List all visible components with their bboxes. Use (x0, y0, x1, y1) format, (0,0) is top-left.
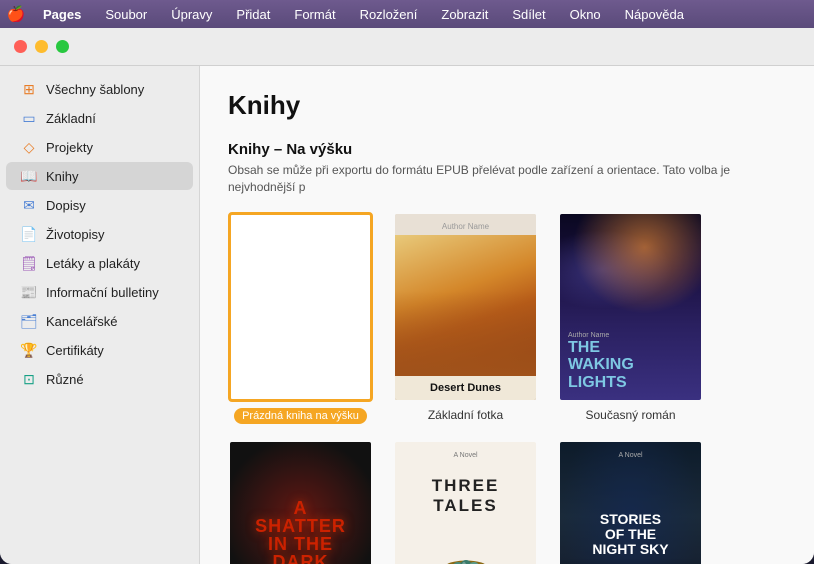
sidebar-label-kancelarske: Kancelářské (46, 314, 118, 329)
minimize-button[interactable] (35, 40, 48, 53)
projects-icon: ◇ (20, 138, 38, 156)
section-title: Knihy – Na výšku (228, 141, 786, 158)
template-label-waking-lights: Současný román (585, 408, 675, 422)
sidebar-label-bulletiny: Informační bulletiny (46, 285, 159, 300)
template-thumb-shatter[interactable]: ASHATTERIN THEDARK (228, 440, 373, 564)
template-thumb-night-sky[interactable]: A Novel STORIESOF THENIGHT SKY AUTHOR NA… (558, 440, 703, 564)
apple-menu[interactable]: 🍎 (8, 6, 24, 22)
sidebar-item-knihy[interactable]: 📖 Knihy (6, 162, 193, 190)
close-button[interactable] (14, 40, 27, 53)
cover-night-sky-title-text: STORIESOF THENIGHT SKY (592, 512, 668, 558)
basic-icon: ▭ (20, 109, 38, 127)
template-thumb-three-tales[interactable]: A Novel THREETALES (393, 440, 538, 564)
menu-napoveda[interactable]: Nápověda (620, 5, 689, 24)
menu-upravy[interactable]: Úpravy (166, 5, 217, 24)
sidebar-label-all-templates: Všechny šablony (46, 82, 144, 97)
fullscreen-button[interactable] (56, 40, 69, 53)
certificate-icon: 🏆 (20, 341, 38, 359)
cover-waking-author: Author Name (568, 332, 693, 339)
cover-desert-title-text: Desert Dunes (395, 376, 536, 400)
template-label-desert-dunes: Základní fotka (428, 408, 503, 422)
sidebar-label-dopisy: Dopisy (46, 198, 86, 213)
sidebar-item-zakladni[interactable]: ▭ Základní (6, 104, 193, 132)
titlebar (0, 28, 814, 66)
template-item-night-sky[interactable]: A Novel STORIESOF THENIGHT SKY AUTHOR NA… (558, 440, 703, 564)
page-title: Knihy (228, 90, 786, 121)
template-item-waking-lights[interactable]: Author Name THEWAKINGLIGHTS Současný rom… (558, 212, 703, 424)
cover-three-tales-subtitle: A Novel (453, 452, 477, 459)
cover-waking-title-text: THEWAKINGLIGHTS (568, 339, 693, 392)
sidebar-label-zivotopisy: Životopisy (46, 227, 105, 242)
window: ⊞ Všechny šablony ▭ Základní ◇ Projekty … (0, 28, 814, 564)
cover-author-label: Author Name (395, 214, 536, 235)
sidebar-label-ruzne: Různé (46, 372, 84, 387)
sidebar-item-dopisy[interactable]: ✉ Dopisy (6, 191, 193, 219)
sidebar-item-bulletiny[interactable]: 📰 Informační bulletiny (6, 278, 193, 306)
sidebar-item-letaky[interactable]: 🗒 Letáky a plakáty (6, 249, 193, 277)
template-item-three-tales[interactable]: A Novel THREETALES (393, 440, 538, 564)
newsletter-icon: 📰 (20, 283, 38, 301)
sidebar-label-letaky: Letáky a plakáty (46, 256, 140, 271)
content-area: ⊞ Všechny šablony ▭ Základní ◇ Projekty … (0, 66, 814, 564)
sidebar-label-certifikaty: Certifikáty (46, 343, 104, 358)
sidebar-label-projekty: Projekty (46, 140, 93, 155)
office-icon: 🗂 (20, 312, 38, 330)
books-icon: 📖 (20, 167, 38, 185)
sidebar-item-zivotopisy[interactable]: 📄 Životopisy (6, 220, 193, 248)
flyer-icon: 🗒 (20, 254, 38, 272)
sidebar-item-ruzne[interactable]: ⊡ Různé (6, 365, 193, 393)
cover-night-sky-trees (560, 558, 701, 564)
sidebar-label-knihy: Knihy (46, 169, 79, 184)
menu-pages[interactable]: Pages (38, 5, 86, 24)
template-item-desert-dunes[interactable]: Author Name Desert Dunes Základní fotka (393, 212, 538, 424)
menu-zobrazit[interactable]: Zobrazit (436, 5, 493, 24)
cover-night-sky-subtitle: A Novel (618, 452, 642, 459)
sidebar-item-projekty[interactable]: ◇ Projekty (6, 133, 193, 161)
cover-desert-image (395, 235, 536, 376)
template-thumb-desert-dunes[interactable]: Author Name Desert Dunes (393, 212, 538, 402)
sidebar-item-kancelarske[interactable]: 🗂 Kancelářské (6, 307, 193, 335)
cover-three-tales-title-text: THREETALES (432, 476, 500, 516)
template-grid: Prázdná kniha na výšku Author Name Deser… (228, 212, 786, 564)
menu-okno[interactable]: Okno (565, 5, 606, 24)
template-item-blank[interactable]: Prázdná kniha na výšku (228, 212, 373, 424)
sidebar-item-all-templates[interactable]: ⊞ Všechny šablony (6, 75, 193, 103)
menu-pridat[interactable]: Přidat (231, 5, 275, 24)
letters-icon: ✉ (20, 196, 38, 214)
cover-shatter-title-text: ASHATTERIN THEDARK (255, 499, 346, 564)
cover-three-tales-image (426, 533, 506, 564)
menu-rozlozeni[interactable]: Rozložení (355, 5, 423, 24)
template-label-blank: Prázdná kniha na výšku (234, 408, 367, 424)
template-item-shatter[interactable]: ASHATTERIN THEDARK (228, 440, 373, 564)
sidebar-item-certifikaty[interactable]: 🏆 Certifikáty (6, 336, 193, 364)
section-description: Obsah se může při exportu do formátu EPU… (228, 162, 786, 196)
sidebar-label-zakladni: Základní (46, 111, 96, 126)
grid-icon: ⊞ (20, 80, 38, 98)
template-thumb-waking-lights[interactable]: Author Name THEWAKINGLIGHTS (558, 212, 703, 402)
menu-soubor[interactable]: Soubor (100, 5, 152, 24)
sidebar: ⊞ Všechny šablony ▭ Základní ◇ Projekty … (0, 66, 200, 564)
main-content: Knihy Knihy – Na výšku Obsah se může při… (200, 66, 814, 564)
template-thumb-blank[interactable] (228, 212, 373, 402)
misc-icon: ⊡ (20, 370, 38, 388)
resume-icon: 📄 (20, 225, 38, 243)
menu-bar: 🍎 Pages Soubor Úpravy Přidat Formát Rozl… (0, 0, 814, 28)
menu-format[interactable]: Formát (289, 5, 340, 24)
menu-sdilet[interactable]: Sdílet (507, 5, 550, 24)
